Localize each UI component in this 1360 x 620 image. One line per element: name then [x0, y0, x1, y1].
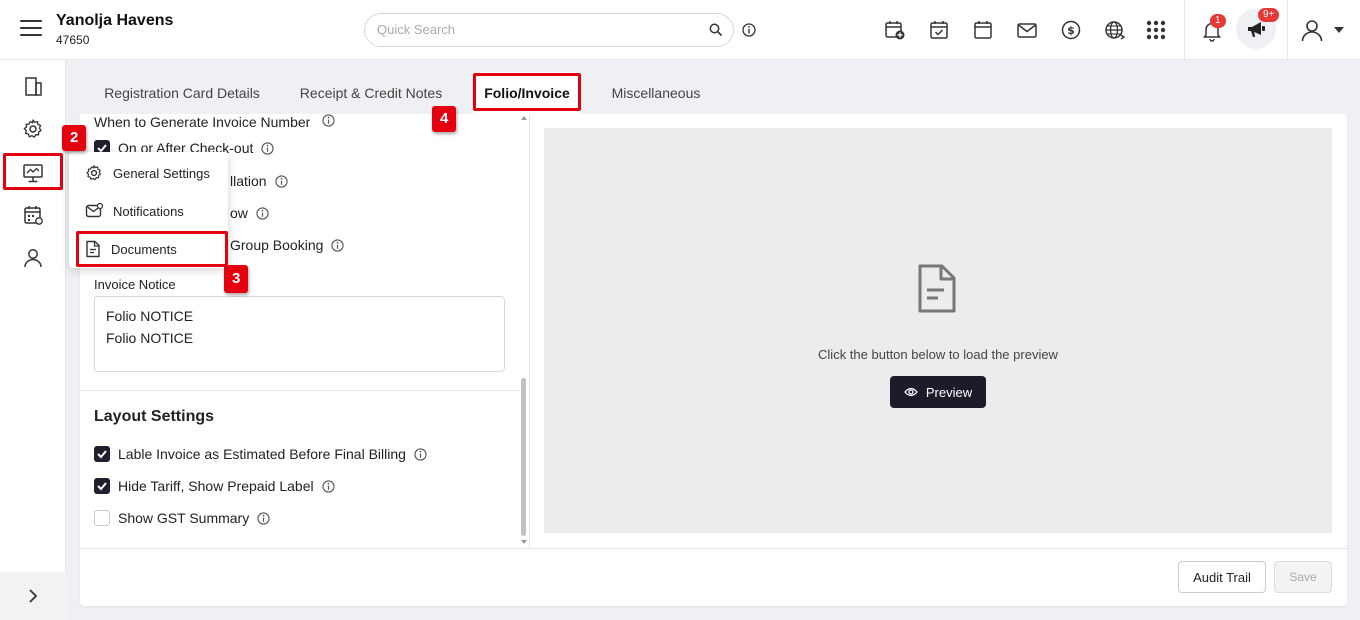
annotation-box-documents	[76, 231, 228, 267]
option-label-estimated: Lable Invoice as Estimated Before Final …	[94, 444, 427, 464]
annotation-step-2: 2	[62, 125, 87, 151]
svg-text:$: $	[1067, 24, 1075, 37]
document-icon	[916, 264, 958, 319]
chevron-right-icon	[29, 589, 38, 603]
search-icon[interactable]	[709, 23, 723, 42]
preview-pane: Click the button below to load the previ…	[544, 128, 1332, 533]
card-footer: Audit Trail Save	[80, 548, 1347, 606]
option-hide-tariff: Hide Tariff, Show Prepaid Label	[94, 476, 335, 496]
chevron-down-icon[interactable]	[1334, 27, 1344, 33]
preview-message: Click the button below to load the previ…	[818, 347, 1058, 362]
info-icon[interactable]	[257, 511, 270, 525]
sidebar-item-settings[interactable]	[22, 118, 44, 140]
mail-icon[interactable]	[1016, 19, 1038, 41]
sidebar-item-users[interactable]	[22, 247, 44, 269]
menu-item-label: General Settings	[113, 165, 210, 181]
tab-registration-card[interactable]: Registration Card Details	[94, 72, 270, 114]
section-divider	[80, 390, 520, 391]
checkbox[interactable]	[94, 478, 110, 494]
apps-grid-icon[interactable]	[1145, 19, 1167, 41]
option-group-booking: Group Booking	[230, 235, 345, 255]
info-icon[interactable]	[322, 114, 335, 127]
save-button[interactable]: Save	[1274, 561, 1332, 593]
sidebar	[0, 60, 66, 620]
option-no-show: ow	[230, 203, 269, 223]
top-bar: Yanolja Havens 47650 $ 1 9+	[0, 0, 1360, 60]
info-icon[interactable]	[261, 141, 275, 155]
info-icon[interactable]	[414, 447, 427, 461]
info-icon[interactable]	[274, 174, 288, 188]
when-generate-label: When to Generate Invoice Number	[94, 114, 311, 130]
info-icon[interactable]	[321, 479, 335, 493]
info-icon[interactable]	[256, 206, 269, 220]
sidebar-expand-button[interactable]	[0, 572, 66, 620]
gear-icon	[86, 165, 102, 181]
option-label: Group Booking	[230, 237, 324, 253]
invoice-notice-field[interactable]: Folio NOTICE Folio NOTICE	[94, 296, 505, 372]
annotation-box-folio-tab	[473, 73, 581, 111]
option-show-gst-summary: Show GST Summary	[94, 508, 270, 528]
option-label: Lable Invoice as Estimated Before Final …	[118, 446, 406, 462]
sidebar-item-property[interactable]	[22, 75, 44, 97]
info-icon[interactable]	[331, 238, 345, 252]
scroll-down-arrow[interactable]	[521, 540, 527, 544]
preview-button[interactable]: Preview	[890, 376, 986, 408]
megaphone-icon	[1246, 20, 1266, 43]
invoice-notice-label: Invoice Notice	[94, 277, 176, 292]
menu-icon[interactable]	[20, 20, 42, 38]
dollar-icon[interactable]: $	[1060, 19, 1082, 41]
mail-icon	[85, 203, 103, 218]
option-label: llation	[230, 173, 267, 189]
building-icon	[25, 77, 42, 96]
header-divider	[1184, 0, 1185, 60]
hotel-id: 47650	[56, 33, 90, 47]
layout-settings-title: Layout Settings	[94, 408, 215, 425]
user-icon	[24, 249, 42, 268]
settings-card: When to Generate Invoice Number On or Af…	[80, 114, 1347, 606]
menu-item-notifications[interactable]: Notifications	[69, 192, 228, 230]
calendar-icon[interactable]	[972, 19, 994, 41]
annotation-box-sidebar	[3, 153, 63, 190]
gear-icon	[23, 119, 42, 138]
sidebar-item-reservations[interactable]	[22, 204, 44, 226]
menu-item-label: Notifications	[113, 203, 184, 219]
scroll-up-arrow[interactable]	[521, 116, 527, 120]
menu-item-general-settings[interactable]: General Settings	[69, 154, 228, 192]
option-label: ow	[230, 205, 248, 221]
preview-button-label: Preview	[925, 384, 973, 400]
audit-trail-button[interactable]: Audit Trail	[1178, 561, 1266, 593]
eye-icon	[904, 387, 918, 397]
calendar-add-icon[interactable]	[884, 19, 906, 41]
scrollbar-thumb[interactable]	[521, 378, 526, 536]
search-input[interactable]	[377, 22, 697, 37]
announcement-badge: 9+	[1258, 8, 1280, 22]
calendar-grid-icon	[24, 206, 43, 225]
calendar-check-icon[interactable]	[928, 19, 950, 41]
option-label: Hide Tariff, Show Prepaid Label	[118, 478, 314, 494]
hotel-name: Yanolja Havens	[56, 12, 174, 29]
header-divider	[1287, 0, 1288, 60]
checkbox[interactable]	[94, 510, 110, 526]
notification-badge: 1	[1210, 14, 1226, 28]
annotation-step-3: 3	[224, 265, 249, 293]
annotation-step-4: 4	[432, 106, 457, 132]
info-icon[interactable]	[742, 23, 756, 42]
checkbox[interactable]	[94, 446, 110, 462]
globe-icon[interactable]	[1104, 19, 1126, 41]
tab-miscellaneous[interactable]: Miscellaneous	[598, 72, 714, 114]
option-label: Show GST Summary	[118, 510, 250, 526]
tab-receipt-credit-notes[interactable]: Receipt & Credit Notes	[292, 72, 450, 114]
option-cancellation: llation	[230, 171, 288, 191]
quick-search	[364, 13, 734, 47]
user-icon[interactable]	[1300, 18, 1324, 47]
